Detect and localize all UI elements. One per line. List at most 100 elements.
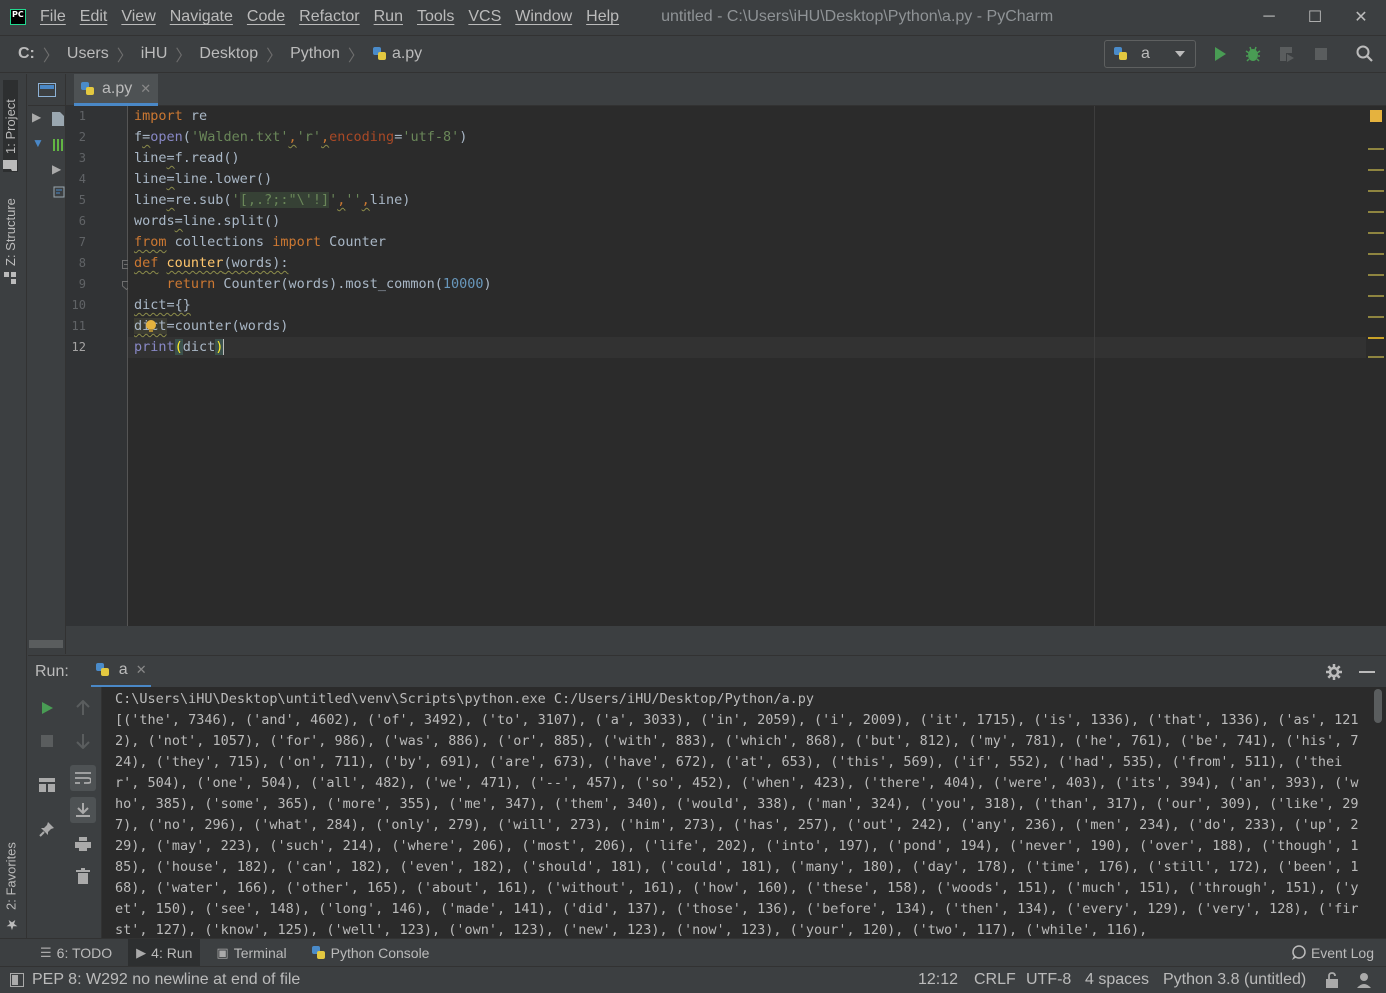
warning-marker[interactable] (1368, 190, 1384, 192)
console-vertical-scrollbar[interactable] (1370, 687, 1386, 938)
warning-marker[interactable] (1368, 295, 1384, 297)
warning-marker[interactable] (1368, 148, 1384, 150)
bottom-tool-window-bar: ☰ 6: TODO ▶ 4: Run ▣ Terminal Python Con… (0, 938, 1386, 967)
run-tab-label: a (118, 661, 128, 678)
breadcrumb-desktop[interactable]: Desktop (199, 45, 258, 63)
favorites-tool-tab[interactable]: ★ 2: Favorites (3, 832, 19, 932)
run-tool-tab[interactable]: ▶ 4: Run (128, 938, 201, 967)
python-console-icon (311, 945, 327, 961)
inspection-warning-icon[interactable] (1370, 110, 1382, 122)
run-button[interactable] (1210, 44, 1230, 64)
breadcrumb-drive[interactable]: C: (18, 45, 35, 63)
clear-all-button[interactable] (72, 865, 94, 887)
console-output: [('the', 7346), ('and', 4602), ('of', 34… (115, 712, 1359, 938)
python-file-icon (1113, 46, 1129, 62)
pin-tab-button[interactable] (36, 818, 58, 840)
structure-tool-tab-label: Z: Structure (3, 198, 18, 266)
menu-run[interactable]: Run (374, 8, 403, 26)
caret-position[interactable]: 12:12 (918, 971, 958, 989)
menu-refactor[interactable]: Refactor (299, 8, 359, 26)
inspector-icon[interactable] (1355, 971, 1373, 989)
lock-open-icon[interactable] (1325, 972, 1339, 988)
warning-marker[interactable] (1368, 253, 1384, 255)
close-tab-icon[interactable]: ✕ (140, 81, 151, 97)
stop-button[interactable] (1311, 44, 1331, 64)
event-log-tool-tab[interactable]: Event Log (1291, 939, 1374, 967)
star-icon: ★ (3, 916, 19, 932)
project-view-icon[interactable] (38, 83, 56, 97)
menu-view[interactable]: View (121, 8, 155, 26)
editor-tab-bar: a.py ✕ (66, 74, 1386, 106)
debug-button[interactable] (1243, 44, 1263, 64)
file-encoding[interactable]: UTF-8 (1026, 971, 1071, 989)
editor-tab-a-py[interactable]: a.py ✕ (74, 74, 158, 106)
print-button[interactable] (72, 833, 94, 855)
run-with-coverage-button[interactable] (1277, 44, 1297, 64)
warning-marker[interactable] (1368, 211, 1384, 213)
close-window-button[interactable]: ✕ (1338, 0, 1384, 34)
minimize-panel-icon[interactable] (1359, 670, 1375, 674)
scroll-up-button[interactable] (72, 697, 94, 719)
close-tab-icon[interactable]: ✕ (136, 662, 147, 678)
breadcrumb-separator: 〉 (175, 48, 192, 65)
error-stripe[interactable] (1366, 106, 1386, 626)
tree-expand-icon[interactable]: ▶ (52, 162, 64, 178)
current-line-highlight (128, 337, 1366, 358)
scrollbar-thumb[interactable] (29, 640, 63, 648)
todo-tool-tab[interactable]: ☰ 6: TODO (32, 939, 120, 967)
warning-marker[interactable] (1368, 356, 1384, 358)
breadcrumb-users[interactable]: Users (67, 45, 109, 63)
menu-edit[interactable]: Edit (80, 8, 108, 26)
run-configuration-dropdown[interactable]: a (1104, 40, 1196, 68)
python-console-tool-tab[interactable]: Python Console (303, 939, 438, 967)
tree-expand-icon[interactable]: ▶ (32, 110, 44, 126)
editor-horizontal-scrollbar[interactable] (29, 626, 1386, 654)
breadcrumb-ihu[interactable]: iHU (141, 45, 168, 63)
scroll-to-end-toggle[interactable] (70, 797, 96, 823)
menu-vcs[interactable]: VCS (468, 8, 501, 26)
warning-marker[interactable] (1368, 169, 1384, 171)
menu-help[interactable]: Help (586, 8, 619, 26)
arrow-up-icon (76, 700, 90, 715)
left-tool-stripe: 1: Project Z: Structure ★ 2: Favorites (0, 74, 27, 938)
warning-marker[interactable] (1368, 274, 1384, 276)
menu-navigate[interactable]: Navigate (170, 8, 233, 26)
menu-window[interactable]: Window (515, 8, 572, 26)
breadcrumb-separator: 〉 (116, 48, 133, 65)
menu-tools[interactable]: Tools (417, 8, 454, 26)
code-editor[interactable]: import re f=open('Walden.txt','r',encodi… (128, 106, 1366, 626)
menu-code[interactable]: Code (247, 8, 285, 26)
stop-run-button[interactable] (36, 730, 58, 752)
scroll-down-button[interactable] (72, 730, 94, 752)
gear-icon[interactable] (1325, 663, 1343, 681)
minimize-button[interactable]: ─ (1246, 0, 1292, 34)
run-tab-a[interactable]: a ✕ (90, 656, 151, 688)
structure-tool-tab[interactable]: Z: Structure (3, 184, 18, 284)
python-interpreter[interactable]: Python 3.8 (untitled) (1163, 971, 1306, 989)
breadcrumb-python[interactable]: Python (290, 45, 340, 63)
breadcrumb-file[interactable]: a.py (372, 45, 422, 63)
warning-marker[interactable] (1368, 316, 1384, 318)
warning-marker[interactable] (1368, 337, 1384, 339)
rerun-button[interactable] (36, 697, 58, 719)
warning-marker[interactable] (1368, 232, 1384, 234)
soft-wrap-toggle[interactable] (70, 765, 96, 791)
tool-windows-toggle-icon[interactable] (10, 973, 24, 987)
intention-bulb-icon[interactable] (144, 319, 158, 333)
run-console[interactable]: C:\Users\iHU\Desktop\untitled\venv\Scrip… (102, 687, 1370, 938)
code-line-12: print(dict) (134, 339, 225, 355)
run-tool-tab-label: 4: Run (151, 944, 193, 961)
search-everywhere-button[interactable] (1355, 44, 1375, 64)
terminal-tool-tab[interactable]: ▣ Terminal (208, 939, 294, 967)
maximize-button[interactable]: ☐ (1292, 0, 1338, 34)
title-bar: File Edit View Navigate Code Refactor Ru… (0, 0, 1386, 34)
tree-collapse-icon[interactable]: ▼ (32, 136, 44, 152)
line-number: 7 (78, 235, 86, 249)
project-tool-tab[interactable]: 1: Project (3, 80, 18, 172)
menu-file[interactable]: File (40, 8, 66, 26)
restore-layout-button[interactable] (36, 774, 58, 796)
indent-setting[interactable]: 4 spaces (1085, 971, 1149, 989)
library-icon (53, 139, 63, 151)
line-separator[interactable]: CRLF (974, 971, 1016, 989)
scrollbar-thumb[interactable] (1374, 689, 1382, 723)
